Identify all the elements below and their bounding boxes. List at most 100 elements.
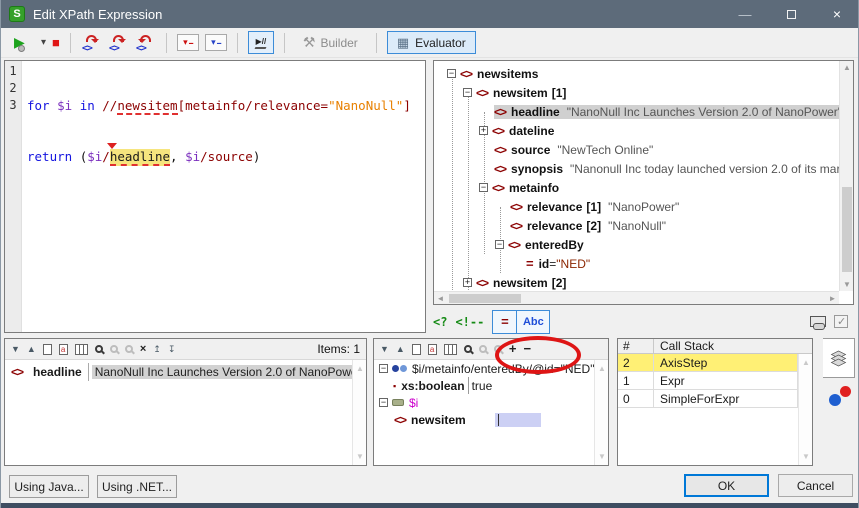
tree-row-enteredby[interactable]: − <> enteredBy xyxy=(434,235,839,254)
using-net-button[interactable]: Using .NET... xyxy=(97,475,177,498)
collapse-icon[interactable]: − xyxy=(479,183,488,192)
tree-row-headline[interactable]: <> headline "NanoNull Inc Launches Versi… xyxy=(434,102,839,121)
tree-row-newsitem-1[interactable]: − <> newsitem [1] xyxy=(434,83,839,102)
previous-item-icon[interactable]: ▲ xyxy=(396,344,405,354)
evaluate-on-edit-toggle[interactable]: ▶// xyxy=(248,31,274,54)
tree-row-id-attribute[interactable]: = id = "NED" xyxy=(434,254,839,273)
show-attributes-toggle[interactable]: = xyxy=(492,310,517,334)
call-stack-scrollbar[interactable]: ▲ ▼ xyxy=(798,354,812,465)
evaluator-tab-button[interactable]: ▦ Evaluator xyxy=(387,31,476,54)
step-into-button[interactable]: <> xyxy=(81,34,102,52)
apply-checkmark-icon[interactable] xyxy=(834,315,848,328)
sync-search-back-icon[interactable] xyxy=(125,345,133,353)
tree-row-dateline[interactable]: + <> dateline xyxy=(434,121,839,140)
tree-row-metainfo[interactable]: − <> metainfo xyxy=(434,178,839,197)
value-edit-cell[interactable] xyxy=(495,413,541,427)
collapse-icon[interactable]: − xyxy=(379,364,388,373)
copy-icon[interactable] xyxy=(43,344,52,355)
scrollbar-thumb[interactable] xyxy=(449,294,521,303)
columns-icon[interactable] xyxy=(444,344,457,355)
cancel-button[interactable]: Cancel xyxy=(778,474,853,497)
step-out-button[interactable]: <> xyxy=(135,34,156,52)
watch-node-row[interactable]: <> newsitem xyxy=(374,411,608,428)
scroll-to-bottom-icon[interactable]: ↧ xyxy=(168,344,176,355)
insert-breakpoint-button[interactable]: ▾-- xyxy=(177,34,199,51)
next-result-icon[interactable]: ▼ xyxy=(11,344,20,354)
scrollbar-thumb[interactable] xyxy=(842,187,852,272)
watch-value-row[interactable]: ▪ xs:boolean true xyxy=(374,377,608,394)
step-over-button[interactable]: <> xyxy=(108,34,129,52)
processing-instruction-toggle[interactable]: <? xyxy=(433,315,447,329)
sync-search-icon[interactable] xyxy=(479,345,487,353)
copy-as-text-icon[interactable]: a xyxy=(59,344,68,355)
callstack-column-header[interactable]: Call Stack xyxy=(654,339,812,353)
stop-debugging-button[interactable]: ■ xyxy=(52,34,60,52)
tree-horizontal-scrollbar[interactable]: ◄ ► xyxy=(434,291,839,304)
goto-node-icon[interactable] xyxy=(464,345,472,353)
debugger-toolbar: ▶ ▾ ■ <> <> <> ▾-- ▾-- ▶// ⚒ Builder ▦ E… xyxy=(1,28,859,58)
scroll-down-icon[interactable]: ▼ xyxy=(840,278,854,291)
close-button[interactable]: × xyxy=(814,0,859,28)
scroll-right-icon[interactable]: ► xyxy=(826,292,839,305)
scroll-to-top-icon[interactable]: ↥ xyxy=(153,344,161,355)
call-stack-row[interactable]: 1 Expr xyxy=(618,372,798,390)
sync-search-icon[interactable] xyxy=(110,345,118,353)
comment-toggle[interactable]: <!-- xyxy=(455,315,484,329)
scroll-up-icon[interactable]: ▲ xyxy=(799,356,813,369)
tree-row-newsitems[interactable]: − <> newsitems xyxy=(434,64,839,83)
tree-row-newsitem-2[interactable]: + <> newsitem [2] xyxy=(434,273,839,292)
watch-variable-row[interactable]: − $i xyxy=(374,394,608,411)
tree-row-relevance-2[interactable]: <> relevance [2] "NanoNull" xyxy=(434,216,839,235)
watch-scrollbar[interactable]: ▲ ▼ xyxy=(594,360,608,465)
builder-tab-button[interactable]: ⚒ Builder xyxy=(295,32,366,53)
code-area[interactable]: for $i in //newsitem[metainfo/relevance=… xyxy=(22,61,411,332)
goto-node-icon[interactable] xyxy=(95,345,103,353)
call-stack-row[interactable]: 0 SimpleForExpr xyxy=(618,390,798,408)
scroll-up-icon[interactable]: ▲ xyxy=(840,61,854,74)
linked-window-icon[interactable] xyxy=(810,316,826,327)
result-row[interactable]: <> headline NanoNull Inc Launches Versio… xyxy=(5,363,366,381)
scroll-up-icon[interactable]: ▲ xyxy=(353,362,367,375)
collapse-icon[interactable]: − xyxy=(447,69,456,78)
using-java-button[interactable]: Using Java... xyxy=(9,475,89,498)
collapse-icon[interactable]: − xyxy=(379,398,388,407)
call-stack-tab[interactable] xyxy=(823,338,855,378)
sync-search-back-icon[interactable] xyxy=(494,345,502,353)
collapse-icon[interactable]: − xyxy=(495,240,504,249)
collapse-icon[interactable]: − xyxy=(463,88,472,97)
add-watch-button[interactable]: + xyxy=(509,343,517,355)
number-column-header[interactable]: # xyxy=(618,339,654,353)
minimize-button[interactable]: — xyxy=(722,0,768,28)
copy-as-text-icon[interactable]: a xyxy=(428,344,437,355)
expand-icon[interactable]: + xyxy=(463,278,472,287)
tree-row-relevance-1[interactable]: <> relevance [1] "NanoPower" xyxy=(434,197,839,216)
call-stack-row-active[interactable]: 2 AxisStep xyxy=(618,354,798,372)
breakpoints-tab[interactable] xyxy=(828,386,852,408)
expand-icon[interactable]: + xyxy=(479,126,488,135)
columns-icon[interactable] xyxy=(75,344,88,355)
scroll-left-icon[interactable]: ◄ xyxy=(434,292,447,305)
tree-row-source[interactable]: <> source "NewTech Online" xyxy=(434,140,839,159)
xpath-expression-editor[interactable]: 1 2 3 for $i in //newsitem[metainfo/rele… xyxy=(4,60,426,333)
scroll-down-icon[interactable]: ▼ xyxy=(799,450,813,463)
watch-expression-row[interactable]: − $i/metainfo/enteredBy/@id="NED" xyxy=(374,360,608,377)
show-text-toggle[interactable]: Abc xyxy=(516,310,550,334)
next-item-icon[interactable]: ▼ xyxy=(380,344,389,354)
ok-button[interactable]: OK xyxy=(684,474,769,497)
tree-vertical-scrollbar[interactable]: ▲ ▼ xyxy=(839,61,853,291)
xml-source-tree[interactable]: − <> newsitems − <> newsitem [1] <> head… xyxy=(433,60,854,305)
scroll-up-icon[interactable]: ▲ xyxy=(595,362,609,375)
scroll-down-icon[interactable]: ▼ xyxy=(353,450,367,463)
start-debugging-button[interactable]: ▶ xyxy=(11,33,35,53)
copy-icon[interactable] xyxy=(412,344,421,355)
remove-watch-button[interactable]: − xyxy=(523,343,531,355)
clear-results-icon[interactable]: × xyxy=(140,343,146,355)
tree-row-synopsis[interactable]: <> synopsis "Nanonull Inc today launched… xyxy=(434,159,839,178)
run-dropdown-arrow-icon[interactable]: ▾ xyxy=(41,37,46,48)
scroll-down-icon[interactable]: ▼ xyxy=(595,450,609,463)
insert-tracepoint-button[interactable]: ▾-- xyxy=(205,34,227,51)
maximize-button[interactable] xyxy=(768,0,814,28)
path-underlined: newsitem xyxy=(117,98,177,115)
results-scrollbar[interactable]: ▲ ▼ xyxy=(352,360,366,465)
previous-result-icon[interactable]: ▲ xyxy=(27,344,36,354)
